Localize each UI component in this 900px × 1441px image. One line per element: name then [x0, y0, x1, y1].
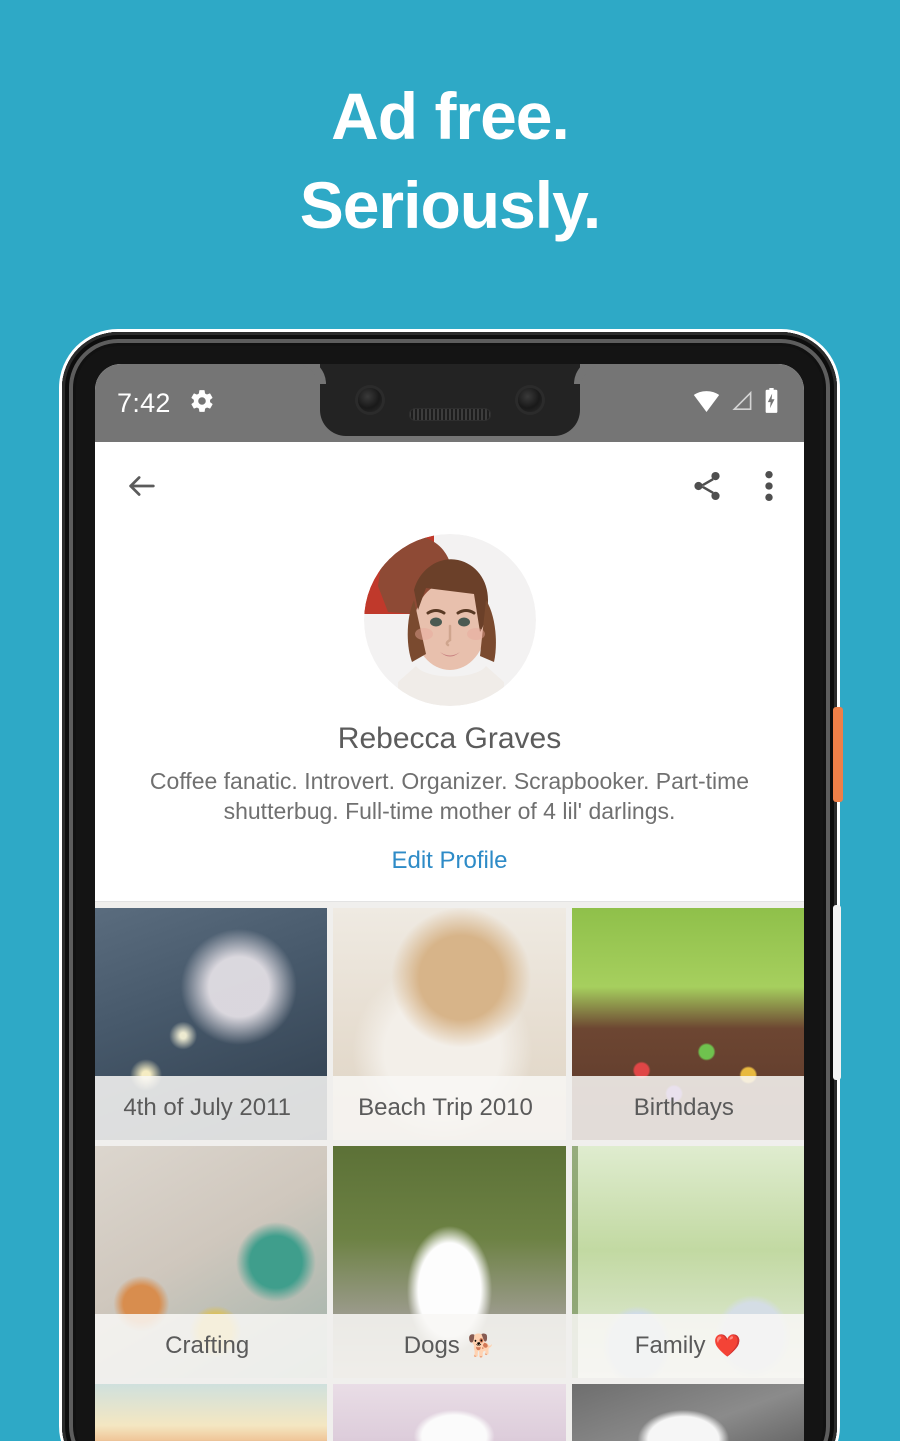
- album-artwork: [333, 1383, 566, 1441]
- album-grid-row-3-partial: [95, 1377, 804, 1441]
- wifi-icon: [693, 390, 720, 417]
- album-artwork: [95, 1383, 328, 1441]
- album-tile[interactable]: Beach Trip 2010: [333, 907, 566, 1140]
- back-arrow-icon[interactable]: [125, 469, 159, 508]
- headline-line-2: Seriously.: [299, 168, 602, 243]
- status-bar-right: [693, 387, 780, 419]
- volume-button[interactable]: [833, 905, 841, 1080]
- status-bar-clock: 7:42: [117, 387, 171, 418]
- album-title: Crafting: [165, 1331, 250, 1359]
- album-emoji: ❤️: [713, 1332, 741, 1358]
- album-grid-row-2: Crafting Dogs 🐕 Family ❤️: [95, 1139, 804, 1378]
- album-title: Family: [634, 1331, 706, 1359]
- album-artwork: [571, 1383, 804, 1441]
- status-bar: 7:42: [95, 364, 804, 442]
- album-label: Dogs 🐕: [333, 1313, 566, 1378]
- battery-charging-icon: [763, 387, 780, 419]
- avatar-image: [363, 534, 536, 706]
- album-label: 4th of July 2011: [95, 1075, 328, 1140]
- promo-headline: Ad free. Seriously.: [0, 72, 900, 250]
- toolbar-actions: [690, 469, 774, 508]
- avatar[interactable]: [363, 534, 536, 706]
- album-tile[interactable]: Crafting: [95, 1145, 328, 1378]
- power-button[interactable]: [833, 707, 843, 802]
- album-title: Dogs: [403, 1331, 460, 1359]
- album-label: Beach Trip 2010: [333, 1075, 566, 1140]
- share-icon[interactable]: [690, 469, 724, 508]
- overflow-menu-icon[interactable]: [764, 469, 774, 508]
- phone-mockup: 7:42 Rebecca Graves Coffee fanatic. Intr…: [62, 332, 837, 1441]
- gear-icon: [189, 388, 215, 419]
- album-tile[interactable]: Dogs 🐕: [333, 1145, 566, 1378]
- signal-icon: [730, 390, 753, 417]
- album-label: Family ❤️: [571, 1313, 804, 1378]
- album-title: Birthdays: [633, 1093, 734, 1121]
- profile-bio: Coffee fanatic. Introvert. Organizer. Sc…: [149, 768, 750, 825]
- app-toolbar: [95, 442, 804, 534]
- earpiece-speaker-icon: [408, 408, 491, 421]
- album-label: Birthdays: [571, 1075, 804, 1140]
- album-tile[interactable]: [333, 1383, 566, 1441]
- phone-screen: 7:42 Rebecca Graves Coffee fanatic. Intr…: [95, 364, 804, 1441]
- front-camera-lens-left-icon: [357, 388, 382, 412]
- album-tile[interactable]: 4th of July 2011: [95, 907, 328, 1140]
- album-title: Beach Trip 2010: [358, 1093, 533, 1121]
- album-grid-row-1: 4th of July 2011 Beach Trip 2010 Birthda…: [95, 901, 804, 1140]
- album-tile[interactable]: [95, 1383, 328, 1441]
- album-tile[interactable]: [571, 1383, 804, 1441]
- phone-notch: [319, 364, 580, 436]
- album-tile[interactable]: Family ❤️: [571, 1145, 804, 1378]
- headline-line-1: Ad free.: [331, 79, 570, 153]
- front-camera-lens-right-icon: [517, 388, 542, 412]
- album-title: 4th of July 2011: [123, 1093, 291, 1121]
- profile-header: Rebecca Graves Coffee fanatic. Introvert…: [95, 534, 804, 902]
- album-label: Crafting: [95, 1313, 328, 1378]
- album-emoji: 🐕: [467, 1332, 496, 1358]
- status-bar-left: 7:42: [117, 388, 215, 419]
- page-title: Rebecca Graves: [337, 722, 562, 755]
- edit-profile-link[interactable]: Edit Profile: [391, 847, 507, 875]
- album-tile[interactable]: Birthdays: [571, 907, 804, 1140]
